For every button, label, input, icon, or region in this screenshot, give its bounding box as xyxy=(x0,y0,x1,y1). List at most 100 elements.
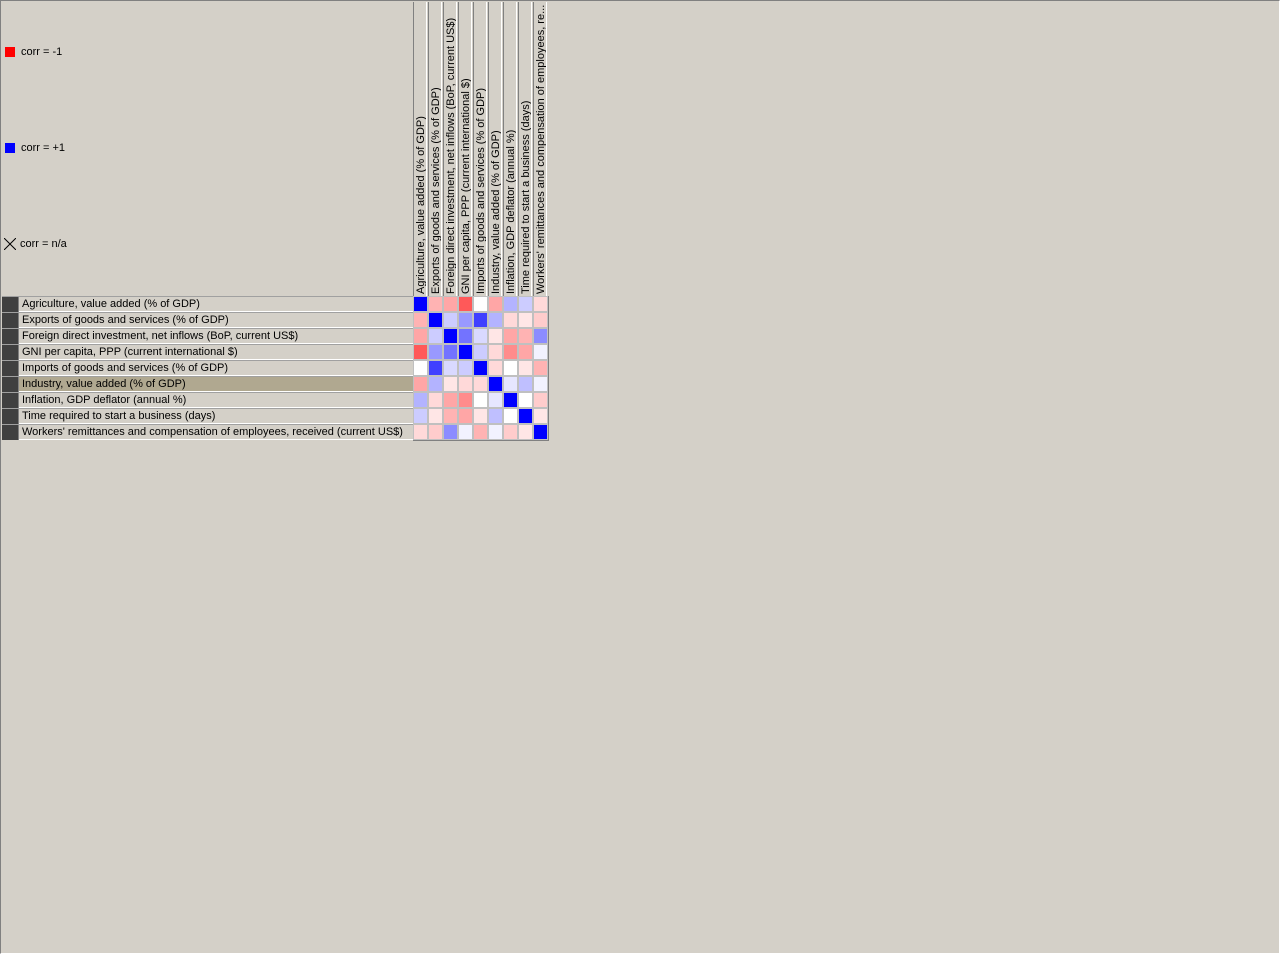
heatmap-cell[interactable] xyxy=(518,312,533,328)
heatmap-cell[interactable] xyxy=(413,424,428,440)
column-header[interactable]: Inflation, GDP deflator (annual %) xyxy=(503,2,517,296)
heatmap-cell[interactable] xyxy=(413,328,428,344)
row-handle[interactable] xyxy=(2,296,19,312)
column-header[interactable]: Exports of goods and services (% of GDP) xyxy=(428,2,442,296)
heatmap-cell[interactable] xyxy=(458,392,473,408)
column-header[interactable]: Time required to start a business (days) xyxy=(518,2,532,296)
column-header[interactable]: Imports of goods and services (% of GDP) xyxy=(473,2,487,296)
heatmap-cell[interactable] xyxy=(458,376,473,392)
heatmap-cell[interactable] xyxy=(503,344,518,360)
heatmap-cell[interactable] xyxy=(443,408,458,424)
heatmap-cell[interactable] xyxy=(458,296,473,312)
heatmap-cell[interactable] xyxy=(413,360,428,376)
heatmap-cell[interactable] xyxy=(413,344,428,360)
heatmap-cell[interactable] xyxy=(533,424,548,440)
heatmap-cell[interactable] xyxy=(488,328,503,344)
heatmap-cell[interactable] xyxy=(428,424,443,440)
heatmap-cell[interactable] xyxy=(413,312,428,328)
heatmap-cell[interactable] xyxy=(488,296,503,312)
heatmap-cell[interactable] xyxy=(488,408,503,424)
heatmap-cell[interactable] xyxy=(428,328,443,344)
column-header[interactable]: Agriculture, value added (% of GDP) xyxy=(413,2,427,296)
heatmap-cell[interactable] xyxy=(473,360,488,376)
heatmap-cell[interactable] xyxy=(428,392,443,408)
heatmap-cell[interactable] xyxy=(533,360,548,376)
heatmap-cell[interactable] xyxy=(428,344,443,360)
heatmap-cell[interactable] xyxy=(413,376,428,392)
heatmap-cell[interactable] xyxy=(443,296,458,312)
heatmap-cell[interactable] xyxy=(518,328,533,344)
heatmap-cell[interactable] xyxy=(503,376,518,392)
heatmap-cell[interactable] xyxy=(503,408,518,424)
heatmap-cell[interactable] xyxy=(443,328,458,344)
row-header[interactable]: Workers' remittances and compensation of… xyxy=(2,424,413,440)
heatmap-cell[interactable] xyxy=(533,392,548,408)
row-header[interactable]: Inflation, GDP deflator (annual %) xyxy=(2,392,413,408)
heatmap-cell[interactable] xyxy=(443,392,458,408)
heatmap-cell[interactable] xyxy=(488,424,503,440)
column-header[interactable]: Workers' remittances and compensation of… xyxy=(533,2,547,296)
heatmap-cell[interactable] xyxy=(428,296,443,312)
heatmap-cell[interactable] xyxy=(413,408,428,424)
heatmap-cell[interactable] xyxy=(428,408,443,424)
column-header[interactable]: Industry, value added (% of GDP) xyxy=(488,2,502,296)
heatmap-cell[interactable] xyxy=(533,296,548,312)
heatmap-cell[interactable] xyxy=(413,296,428,312)
row-handle[interactable] xyxy=(2,376,19,392)
heatmap-cell[interactable] xyxy=(443,312,458,328)
heatmap-cell[interactable] xyxy=(473,344,488,360)
column-header[interactable]: Foreign direct investment, net inflows (… xyxy=(443,2,457,296)
heatmap-cell[interactable] xyxy=(488,312,503,328)
heatmap-cell[interactable] xyxy=(518,376,533,392)
row-header[interactable]: Foreign direct investment, net inflows (… xyxy=(2,328,413,344)
heatmap-cell[interactable] xyxy=(488,376,503,392)
row-header[interactable]: GNI per capita, PPP (current internation… xyxy=(2,344,413,360)
heatmap-cell[interactable] xyxy=(443,360,458,376)
heatmap-cell[interactable] xyxy=(458,344,473,360)
heatmap-cell[interactable] xyxy=(518,424,533,440)
heatmap-cell[interactable] xyxy=(458,328,473,344)
row-header[interactable]: Exports of goods and services (% of GDP) xyxy=(2,312,413,328)
heatmap-cell[interactable] xyxy=(518,296,533,312)
heatmap-cell[interactable] xyxy=(503,296,518,312)
heatmap-cell[interactable] xyxy=(488,360,503,376)
heatmap-cell[interactable] xyxy=(473,376,488,392)
row-header[interactable]: Industry, value added (% of GDP) xyxy=(2,376,413,392)
heatmap-cell[interactable] xyxy=(533,312,548,328)
row-handle[interactable] xyxy=(2,328,19,344)
heatmap-cell[interactable] xyxy=(428,376,443,392)
heatmap-cell[interactable] xyxy=(473,296,488,312)
heatmap-cell[interactable] xyxy=(428,312,443,328)
row-handle[interactable] xyxy=(2,344,19,360)
row-header[interactable]: Imports of goods and services (% of GDP) xyxy=(2,360,413,376)
heatmap-cell[interactable] xyxy=(488,392,503,408)
heatmap-cell[interactable] xyxy=(503,424,518,440)
heatmap-cell[interactable] xyxy=(443,424,458,440)
heatmap-cell[interactable] xyxy=(458,408,473,424)
heatmap-cell[interactable] xyxy=(458,424,473,440)
row-header[interactable]: Time required to start a business (days) xyxy=(2,408,413,424)
heatmap-cell[interactable] xyxy=(458,312,473,328)
heatmap-cell[interactable] xyxy=(488,344,503,360)
heatmap-cell[interactable] xyxy=(503,392,518,408)
row-handle[interactable] xyxy=(2,392,19,408)
heatmap-cell[interactable] xyxy=(518,392,533,408)
heatmap-cell[interactable] xyxy=(533,408,548,424)
heatmap-cell[interactable] xyxy=(503,360,518,376)
heatmap-cell[interactable] xyxy=(533,376,548,392)
row-handle[interactable] xyxy=(2,360,19,376)
heatmap-cell[interactable] xyxy=(518,360,533,376)
heatmap-cell[interactable] xyxy=(473,408,488,424)
heatmap-cell[interactable] xyxy=(533,328,548,344)
heatmap-cell[interactable] xyxy=(533,344,548,360)
heatmap-cell[interactable] xyxy=(428,360,443,376)
heatmap-cell[interactable] xyxy=(503,328,518,344)
heatmap-cell[interactable] xyxy=(473,312,488,328)
heatmap-cell[interactable] xyxy=(518,408,533,424)
heatmap-cell[interactable] xyxy=(458,360,473,376)
heatmap-cell[interactable] xyxy=(473,392,488,408)
heatmap-cell[interactable] xyxy=(473,424,488,440)
heatmap-cell[interactable] xyxy=(443,344,458,360)
row-header[interactable]: Agriculture, value added (% of GDP) xyxy=(2,296,413,312)
heatmap-cell[interactable] xyxy=(443,376,458,392)
